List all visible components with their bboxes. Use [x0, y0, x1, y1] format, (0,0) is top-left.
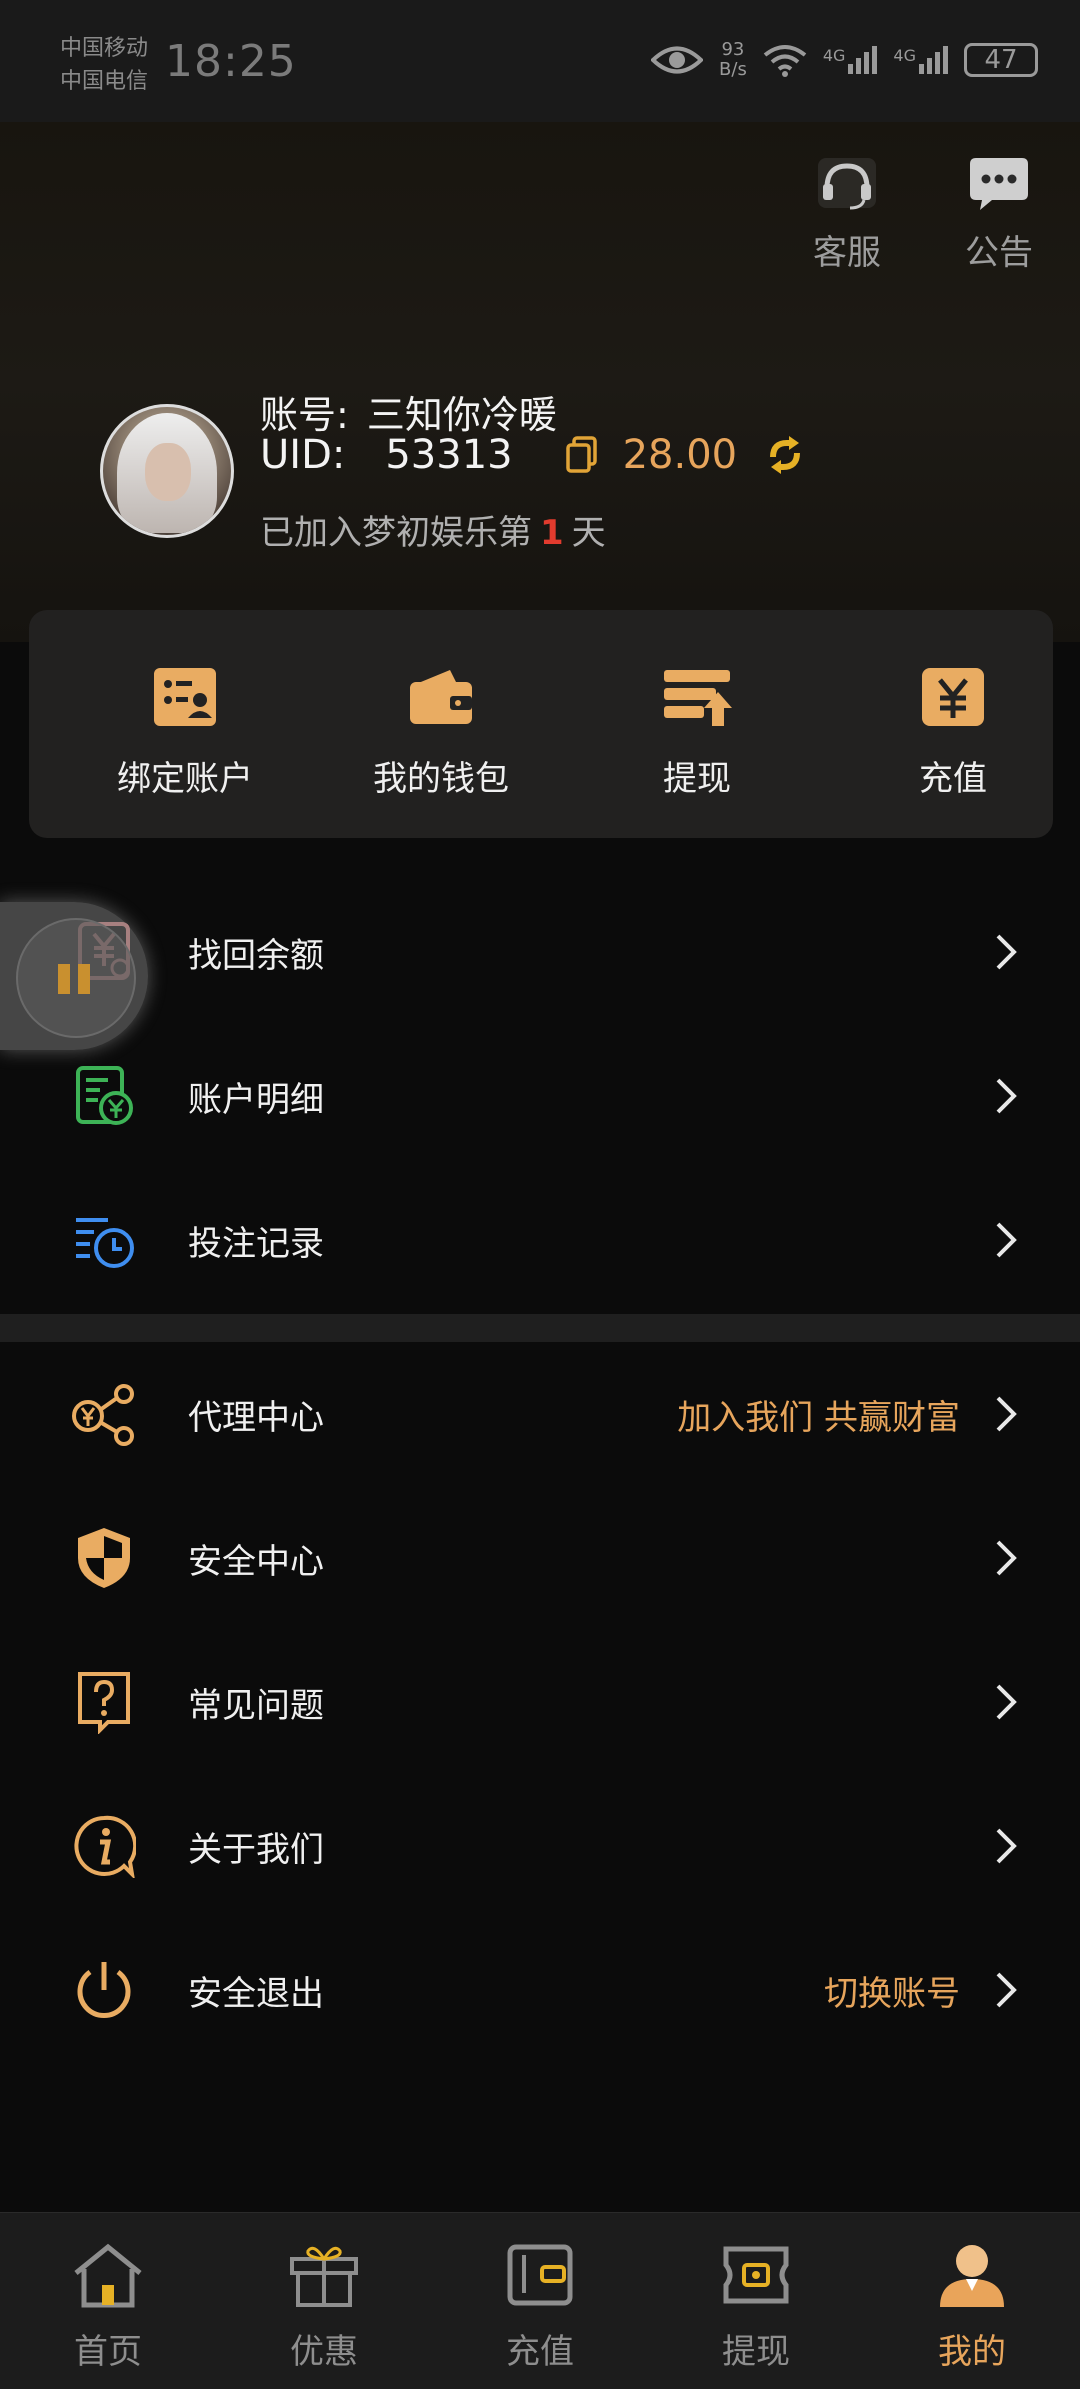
home-icon — [74, 2243, 142, 2308]
notice-label: 公告 — [965, 233, 1033, 273]
wifi-icon — [763, 45, 807, 77]
net-speed: 93 B/s — [719, 39, 747, 80]
withdraw-icon — [664, 670, 732, 726]
menu-agent-center[interactable]: 代理中心 加入我们 共赢财富 — [0, 1342, 1080, 1486]
carrier-info: 中国移动 中国电信 — [60, 32, 148, 98]
nav-home-label: 首页 — [74, 2332, 142, 2372]
switch-account-link[interactable]: 切换账号 — [824, 1966, 960, 2015]
nav-mine[interactable]: 我的 — [864, 2241, 1080, 2373]
gift-icon — [290, 2246, 358, 2307]
menu-bet-record[interactable]: 投注记录 — [0, 1168, 1080, 1312]
nav-withdraw-label: 提现 — [722, 2332, 790, 2372]
chevron-right-icon — [996, 1684, 1017, 1720]
uid-value: 53313 — [385, 432, 513, 478]
notice-button[interactable]: 公告 — [944, 154, 1054, 274]
refresh-icon[interactable] — [765, 435, 805, 475]
menu-security-center-label: 安全中心 — [188, 1542, 324, 1582]
recharge-icon — [922, 668, 984, 726]
chevron-right-icon — [996, 1828, 1017, 1864]
floating-pause-button[interactable] — [0, 902, 148, 1050]
quick-withdraw-label: 提现 — [663, 759, 731, 799]
nav-withdraw[interactable]: 提现 — [648, 2241, 864, 2373]
quick-bind-account[interactable]: 绑定账户 — [57, 666, 313, 800]
signal-1: 4G — [823, 46, 878, 74]
wallet-icon — [410, 670, 472, 724]
status-icons: 93 B/s 4G 4G 47 — [651, 40, 1038, 80]
bind-account-icon — [154, 668, 216, 726]
chevron-right-icon — [996, 1972, 1017, 2008]
nav-promotions[interactable]: 优惠 — [216, 2241, 432, 2373]
menu-logout[interactable]: 安全退出 切换账号 — [0, 1918, 1080, 2062]
agent-center-slogan: 加入我们 共赢财富 — [677, 1398, 960, 1438]
quick-wallet[interactable]: 我的钱包 — [313, 666, 569, 800]
quick-bind-account-label: 绑定账户 — [117, 759, 253, 799]
question-icon — [78, 1672, 130, 1734]
nav-home[interactable]: 首页 — [0, 2241, 216, 2373]
profile-header: 客服 公告 账号: 三知你冷暖 — [0, 122, 1080, 642]
balance-amount: 28.00 — [622, 432, 738, 478]
clock: 18:25 — [165, 36, 297, 87]
account-label: 账号: — [260, 393, 349, 437]
menu-about-us[interactable]: 关于我们 — [0, 1774, 1080, 1918]
menu-faq[interactable]: 常见问题 — [0, 1630, 1080, 1774]
account-name: 三知你冷暖 — [366, 393, 557, 437]
menu-about-us-label: 关于我们 — [188, 1830, 324, 1870]
uid-row: UID: 53313 28.00 — [260, 432, 805, 478]
quick-wallet-label: 我的钱包 — [373, 759, 509, 799]
shield-icon — [78, 1528, 130, 1588]
menu-bet-record-label: 投注记录 — [188, 1224, 324, 1264]
avatar[interactable] — [100, 404, 234, 538]
menu-recover-balance-label: 找回余额 — [188, 936, 324, 976]
quick-withdraw[interactable]: 提现 — [569, 666, 825, 800]
join-days: 已加入梦初娱乐第 1 天 — [260, 513, 606, 553]
nav-mine-label: 我的 — [938, 2332, 1006, 2372]
battery-indicator: 47 — [964, 43, 1038, 77]
account-row: 账号: 三知你冷暖 — [260, 384, 557, 439]
menu-agent-center-label: 代理中心 — [188, 1398, 324, 1438]
status-bar: 中国移动 中国电信 18:25 93 B/s 4G 4G 47 — [0, 0, 1080, 122]
nav-recharge[interactable]: 充值 — [432, 2241, 648, 2373]
wallet-icon — [507, 2244, 573, 2306]
share-icon — [72, 1384, 134, 1446]
chevron-right-icon — [996, 1540, 1017, 1576]
bottom-nav: 首页 优惠 充值 提现 我的 — [0, 2212, 1080, 2389]
headset-icon — [818, 158, 876, 210]
customer-service-button[interactable]: 客服 — [792, 154, 902, 274]
days-count: 1 — [540, 513, 564, 553]
menu-account-detail-label: 账户明细 — [188, 1080, 324, 1120]
account-detail-icon — [76, 1066, 133, 1125]
carrier-2: 中国电信 — [60, 69, 149, 94]
menu-recover-balance[interactable]: 找回余额 — [0, 880, 1080, 1024]
nav-recharge-label: 充值 — [506, 2332, 574, 2372]
chevron-right-icon — [996, 1396, 1017, 1432]
bet-record-icon — [76, 1218, 134, 1268]
info-icon — [74, 1815, 136, 1878]
quick-recharge[interactable]: 充值 — [825, 666, 1080, 800]
menu-faq-label: 常见问题 — [188, 1686, 324, 1726]
section-divider — [0, 1314, 1080, 1342]
pause-icon — [16, 918, 136, 1038]
chevron-right-icon — [996, 1078, 1017, 1114]
chevron-right-icon — [996, 1222, 1017, 1258]
nav-promotions-label: 优惠 — [290, 2332, 358, 2372]
menu-logout-label: 安全退出 — [188, 1974, 324, 2014]
quick-actions-card: 绑定账户 我的钱包 提现 充值 — [29, 610, 1053, 838]
chat-bubble-icon — [970, 158, 1028, 210]
chevron-right-icon — [996, 934, 1017, 970]
power-icon — [77, 1962, 131, 2018]
signal-2: 4G — [893, 46, 948, 74]
customer-service-label: 客服 — [813, 233, 881, 273]
eye-icon — [651, 46, 704, 74]
menu-security-center[interactable]: 安全中心 — [0, 1486, 1080, 1630]
menu-account-detail[interactable]: 账户明细 — [0, 1024, 1080, 1168]
carrier-1: 中国移动 — [60, 36, 149, 61]
quick-recharge-label: 充值 — [919, 759, 987, 799]
copy-icon[interactable] — [565, 436, 599, 474]
cash-icon — [723, 2246, 789, 2304]
user-icon — [940, 2245, 1004, 2307]
uid-label: UID: — [260, 432, 346, 478]
